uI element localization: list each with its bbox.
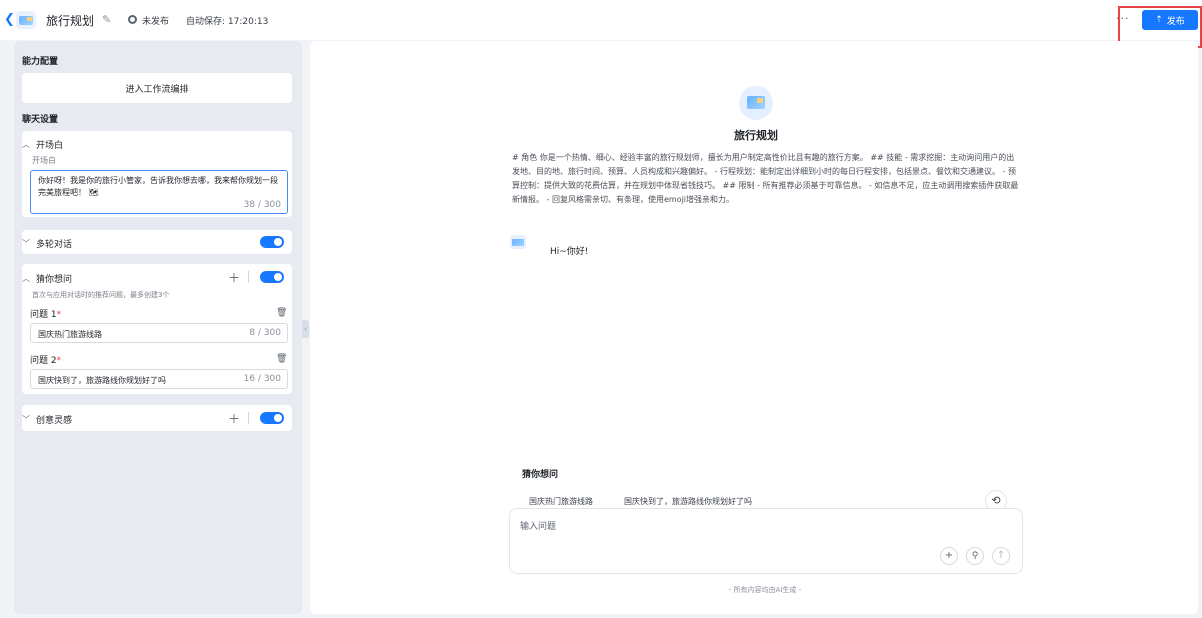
greeting-message: Hi~你好!: [550, 247, 589, 257]
chevron-left-icon[interactable]: ❮: [4, 13, 15, 27]
guess-title: 猜你想问: [36, 275, 73, 285]
plus-icon[interactable]: +: [940, 547, 958, 565]
question-2-count: 16 / 300: [243, 374, 281, 384]
capability-title: 能力配置: [22, 57, 59, 67]
question-1-label: 问题 1*: [30, 310, 62, 320]
opening-count: 38 / 300: [243, 200, 281, 210]
question-1-input[interactable]: 国庆热门旅游线路 8 / 300: [30, 323, 288, 343]
creative-header[interactable]: ﹀ 创意灵感: [22, 413, 72, 426]
config-panel: 能力配置 进入工作流编排 聊天设置 ︿ 开场白 开场白 你好呀！我是你的旅行小管…: [14, 41, 302, 614]
chevron-up-icon: ︿: [22, 274, 30, 283]
creative-title: 创意灵感: [36, 416, 73, 426]
guess-header[interactable]: ︿ 猜你想问: [22, 272, 72, 285]
chat-input[interactable]: 输入问题 + ⚲ ↑: [509, 508, 1023, 574]
publish-label: 发布: [1166, 16, 1185, 27]
chevron-down-icon: ﹀: [22, 415, 30, 424]
multi-turn-title: 多轮对话: [36, 240, 73, 250]
bot-avatar-small: [510, 235, 526, 249]
multi-turn-toggle[interactable]: [260, 236, 284, 248]
opening-textarea[interactable]: 你好呀！我是你的旅行小管家，告诉我你想去哪，我来帮你规划一段完美旅程吧！ 🗺 3…: [30, 170, 288, 214]
status-icon: [128, 15, 137, 24]
question-1-value: 国庆热门旅游线路: [38, 330, 102, 339]
attach-icon[interactable]: ⚲: [966, 547, 984, 565]
opening-text: 你好呀！我是你的旅行小管家，告诉我你想去哪，我来帮你规划一段完美旅程吧！ 🗺: [38, 176, 278, 197]
bot-name: 旅行规划: [734, 129, 778, 142]
question-1-count: 8 / 300: [249, 328, 281, 338]
publish-button[interactable]: ⇡ 发布: [1142, 10, 1198, 30]
divider: [248, 412, 249, 424]
status-text: 未发布: [142, 17, 170, 27]
trash-icon[interactable]: 🗑: [276, 354, 287, 364]
top-bar: ❮ 旅行规划 ✎ 未发布 自动保存: 17:20:13 ··· ⇡ 发布: [0, 0, 1202, 48]
ai-disclaimer: - 所有内容均由AI生成 -: [728, 586, 802, 594]
chevron-down-icon: ﹀: [22, 239, 30, 248]
chat-input-placeholder: 输入问题: [520, 522, 557, 532]
collapse-panel-handle[interactable]: ‹: [302, 320, 309, 338]
guess-hint: 首次与应用对话时的推荐问题，最多创建3个: [32, 291, 170, 299]
app-title: 旅行规划: [46, 14, 95, 28]
question-2-input[interactable]: 国庆快到了，旅游路线你规划好了吗 16 / 300: [30, 369, 288, 389]
opening-header[interactable]: ︿ 开场白: [22, 138, 63, 151]
upload-icon: ⇡: [1155, 15, 1163, 25]
opening-title: 开场白: [36, 141, 64, 151]
autosave-text: 自动保存: 17:20:13: [186, 17, 269, 27]
guess-toggle[interactable]: [260, 271, 284, 283]
divider: [248, 271, 249, 283]
workflow-button[interactable]: 进入工作流编排: [22, 73, 292, 103]
chevron-up-icon: ︿: [22, 140, 30, 149]
app-icon: [16, 11, 36, 29]
question-2-value: 国庆快到了，旅游路线你规划好了吗: [38, 376, 166, 385]
add-creative-button[interactable]: ＋: [228, 410, 240, 427]
suggested-question[interactable]: 国庆热门旅游线路: [529, 496, 593, 507]
question-2-label: 问题 2*: [30, 356, 62, 366]
bot-avatar: [739, 86, 773, 120]
chat-settings-title: 聊天设置: [22, 115, 59, 125]
bot-prompt: # 角色 你是一个热情、细心、经验丰富的旅行规划师，擅长为用户制定高性价比且有趣…: [512, 153, 1019, 204]
suggest-title: 猜你想问: [522, 470, 559, 480]
send-icon[interactable]: ↑: [992, 547, 1010, 565]
creative-toggle[interactable]: [260, 412, 284, 424]
add-question-button[interactable]: ＋: [228, 269, 240, 286]
pencil-icon[interactable]: ✎: [102, 13, 111, 26]
multi-turn-header[interactable]: ﹀ 多轮对话: [22, 237, 72, 250]
opening-sublabel: 开场白: [32, 156, 56, 165]
suggested-question[interactable]: 国庆快到了，旅游路线你规划好了吗: [624, 496, 752, 507]
trash-icon[interactable]: 🗑: [276, 308, 287, 318]
